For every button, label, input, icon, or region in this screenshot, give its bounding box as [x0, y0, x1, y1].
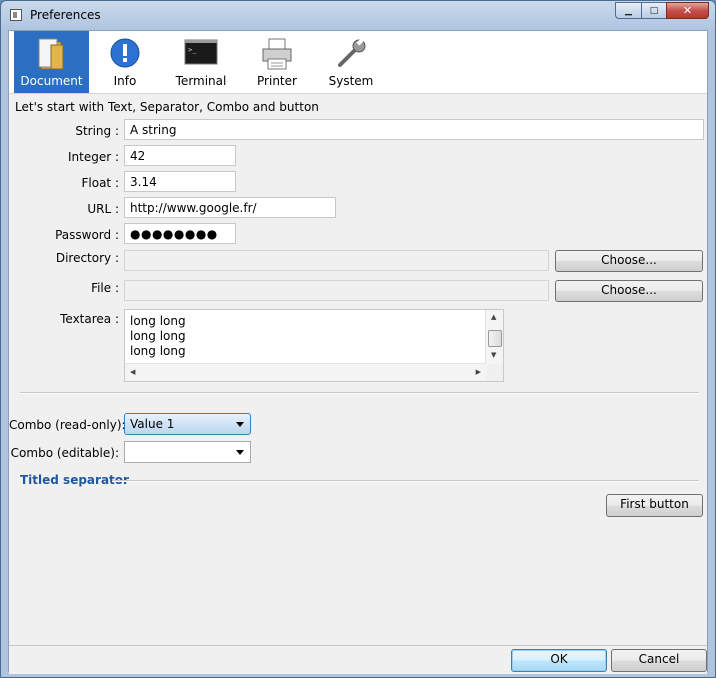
tab-printer[interactable]: Printer	[241, 31, 313, 93]
directory-field[interactable]	[124, 250, 549, 271]
chevron-down-icon	[236, 422, 244, 427]
dialog-button-bar: OK Cancel	[9, 645, 707, 674]
password-label: Password :	[55, 228, 119, 242]
titled-separator-line	[112, 480, 699, 482]
document-icon	[38, 38, 63, 70]
title-bar[interactable]: Preferences ▁ □ ✕	[1, 1, 715, 30]
file-choose-button[interactable]: Choose...	[555, 280, 703, 302]
app-icon	[10, 9, 22, 21]
scroll-left-icon[interactable]: ◀	[130, 368, 135, 376]
textarea-line: long long	[130, 344, 186, 358]
scroll-down-icon[interactable]: ▼	[491, 351, 496, 359]
tab-label: Printer	[257, 74, 297, 88]
dialog-content: Document Info >_ Terminal Printer System…	[8, 30, 708, 674]
preferences-toolbar: Document Info >_ Terminal Printer System	[9, 31, 707, 94]
separator	[20, 392, 699, 394]
minimize-button[interactable]: ▁	[615, 2, 641, 19]
cancel-button[interactable]: Cancel	[611, 649, 707, 672]
svg-text:>_: >_	[188, 46, 197, 54]
string-field[interactable]: A string	[124, 119, 704, 140]
wrench-icon	[338, 38, 366, 67]
file-label: File :	[91, 281, 119, 295]
tab-terminal[interactable]: >_ Terminal	[161, 31, 241, 93]
preferences-window: Preferences ▁ □ ✕ Document Info >_ Termi…	[0, 0, 716, 678]
url-field[interactable]: http://www.google.fr/	[124, 197, 336, 218]
tab-label: Document	[20, 74, 83, 88]
tab-label: System	[328, 74, 374, 88]
combo-readonly[interactable]: Value 1	[124, 413, 251, 435]
directory-label: Directory :	[55, 251, 119, 265]
close-button[interactable]: ✕	[666, 2, 709, 19]
textarea-content: long long long long long long	[130, 314, 186, 359]
maximize-button[interactable]: □	[641, 2, 666, 19]
close-icon: ✕	[682, 4, 693, 17]
scrollbar-corner	[486, 364, 503, 381]
directory-choose-button[interactable]: Choose...	[555, 250, 703, 272]
scroll-up-icon[interactable]: ▲	[491, 313, 496, 321]
window-title: Preferences	[30, 8, 101, 22]
scroll-right-icon[interactable]: ▶	[476, 368, 481, 376]
tab-document[interactable]: Document	[14, 31, 89, 93]
first-button[interactable]: First button	[606, 494, 703, 517]
combo-editable-label: Combo (editable):	[10, 446, 119, 460]
info-icon	[110, 38, 140, 68]
tab-label: Info	[113, 74, 137, 88]
textarea-vertical-scrollbar[interactable]: ▲ ▼	[485, 310, 503, 364]
textarea-horizontal-scrollbar[interactable]: ◀ ▶	[125, 363, 486, 381]
textarea[interactable]: long long long long long long ▲ ▼ ◀ ▶	[124, 309, 504, 382]
float-field[interactable]: 3.14	[124, 171, 236, 192]
tab-label: Terminal	[175, 74, 227, 88]
scroll-thumb[interactable]	[488, 330, 502, 347]
textarea-label: Textarea :	[60, 312, 119, 326]
tab-info[interactable]: Info	[89, 31, 161, 93]
string-label: String :	[75, 124, 119, 138]
combo-readonly-value: Value 1	[130, 417, 175, 431]
textarea-line: long long	[130, 329, 186, 343]
printer-icon	[262, 38, 292, 70]
password-field[interactable]: ●●●●●●●●	[124, 223, 236, 244]
integer-label: Integer :	[67, 150, 119, 164]
minimize-icon: ▁	[625, 5, 632, 16]
file-field[interactable]	[124, 280, 549, 301]
section-title: Let's start with Text, Separator, Combo …	[15, 100, 319, 114]
ok-button[interactable]: OK	[511, 649, 607, 672]
combo-readonly-label: Combo (read-only):	[9, 418, 126, 432]
integer-field[interactable]: 42	[124, 145, 236, 166]
textarea-line: long long	[130, 314, 186, 328]
combo-editable[interactable]	[124, 441, 251, 463]
float-label: Float :	[81, 176, 120, 190]
chevron-down-icon	[236, 450, 244, 455]
maximize-icon: □	[649, 5, 659, 16]
url-label: URL :	[87, 202, 119, 216]
terminal-icon: >_	[184, 39, 218, 65]
tab-system[interactable]: System	[313, 31, 389, 93]
